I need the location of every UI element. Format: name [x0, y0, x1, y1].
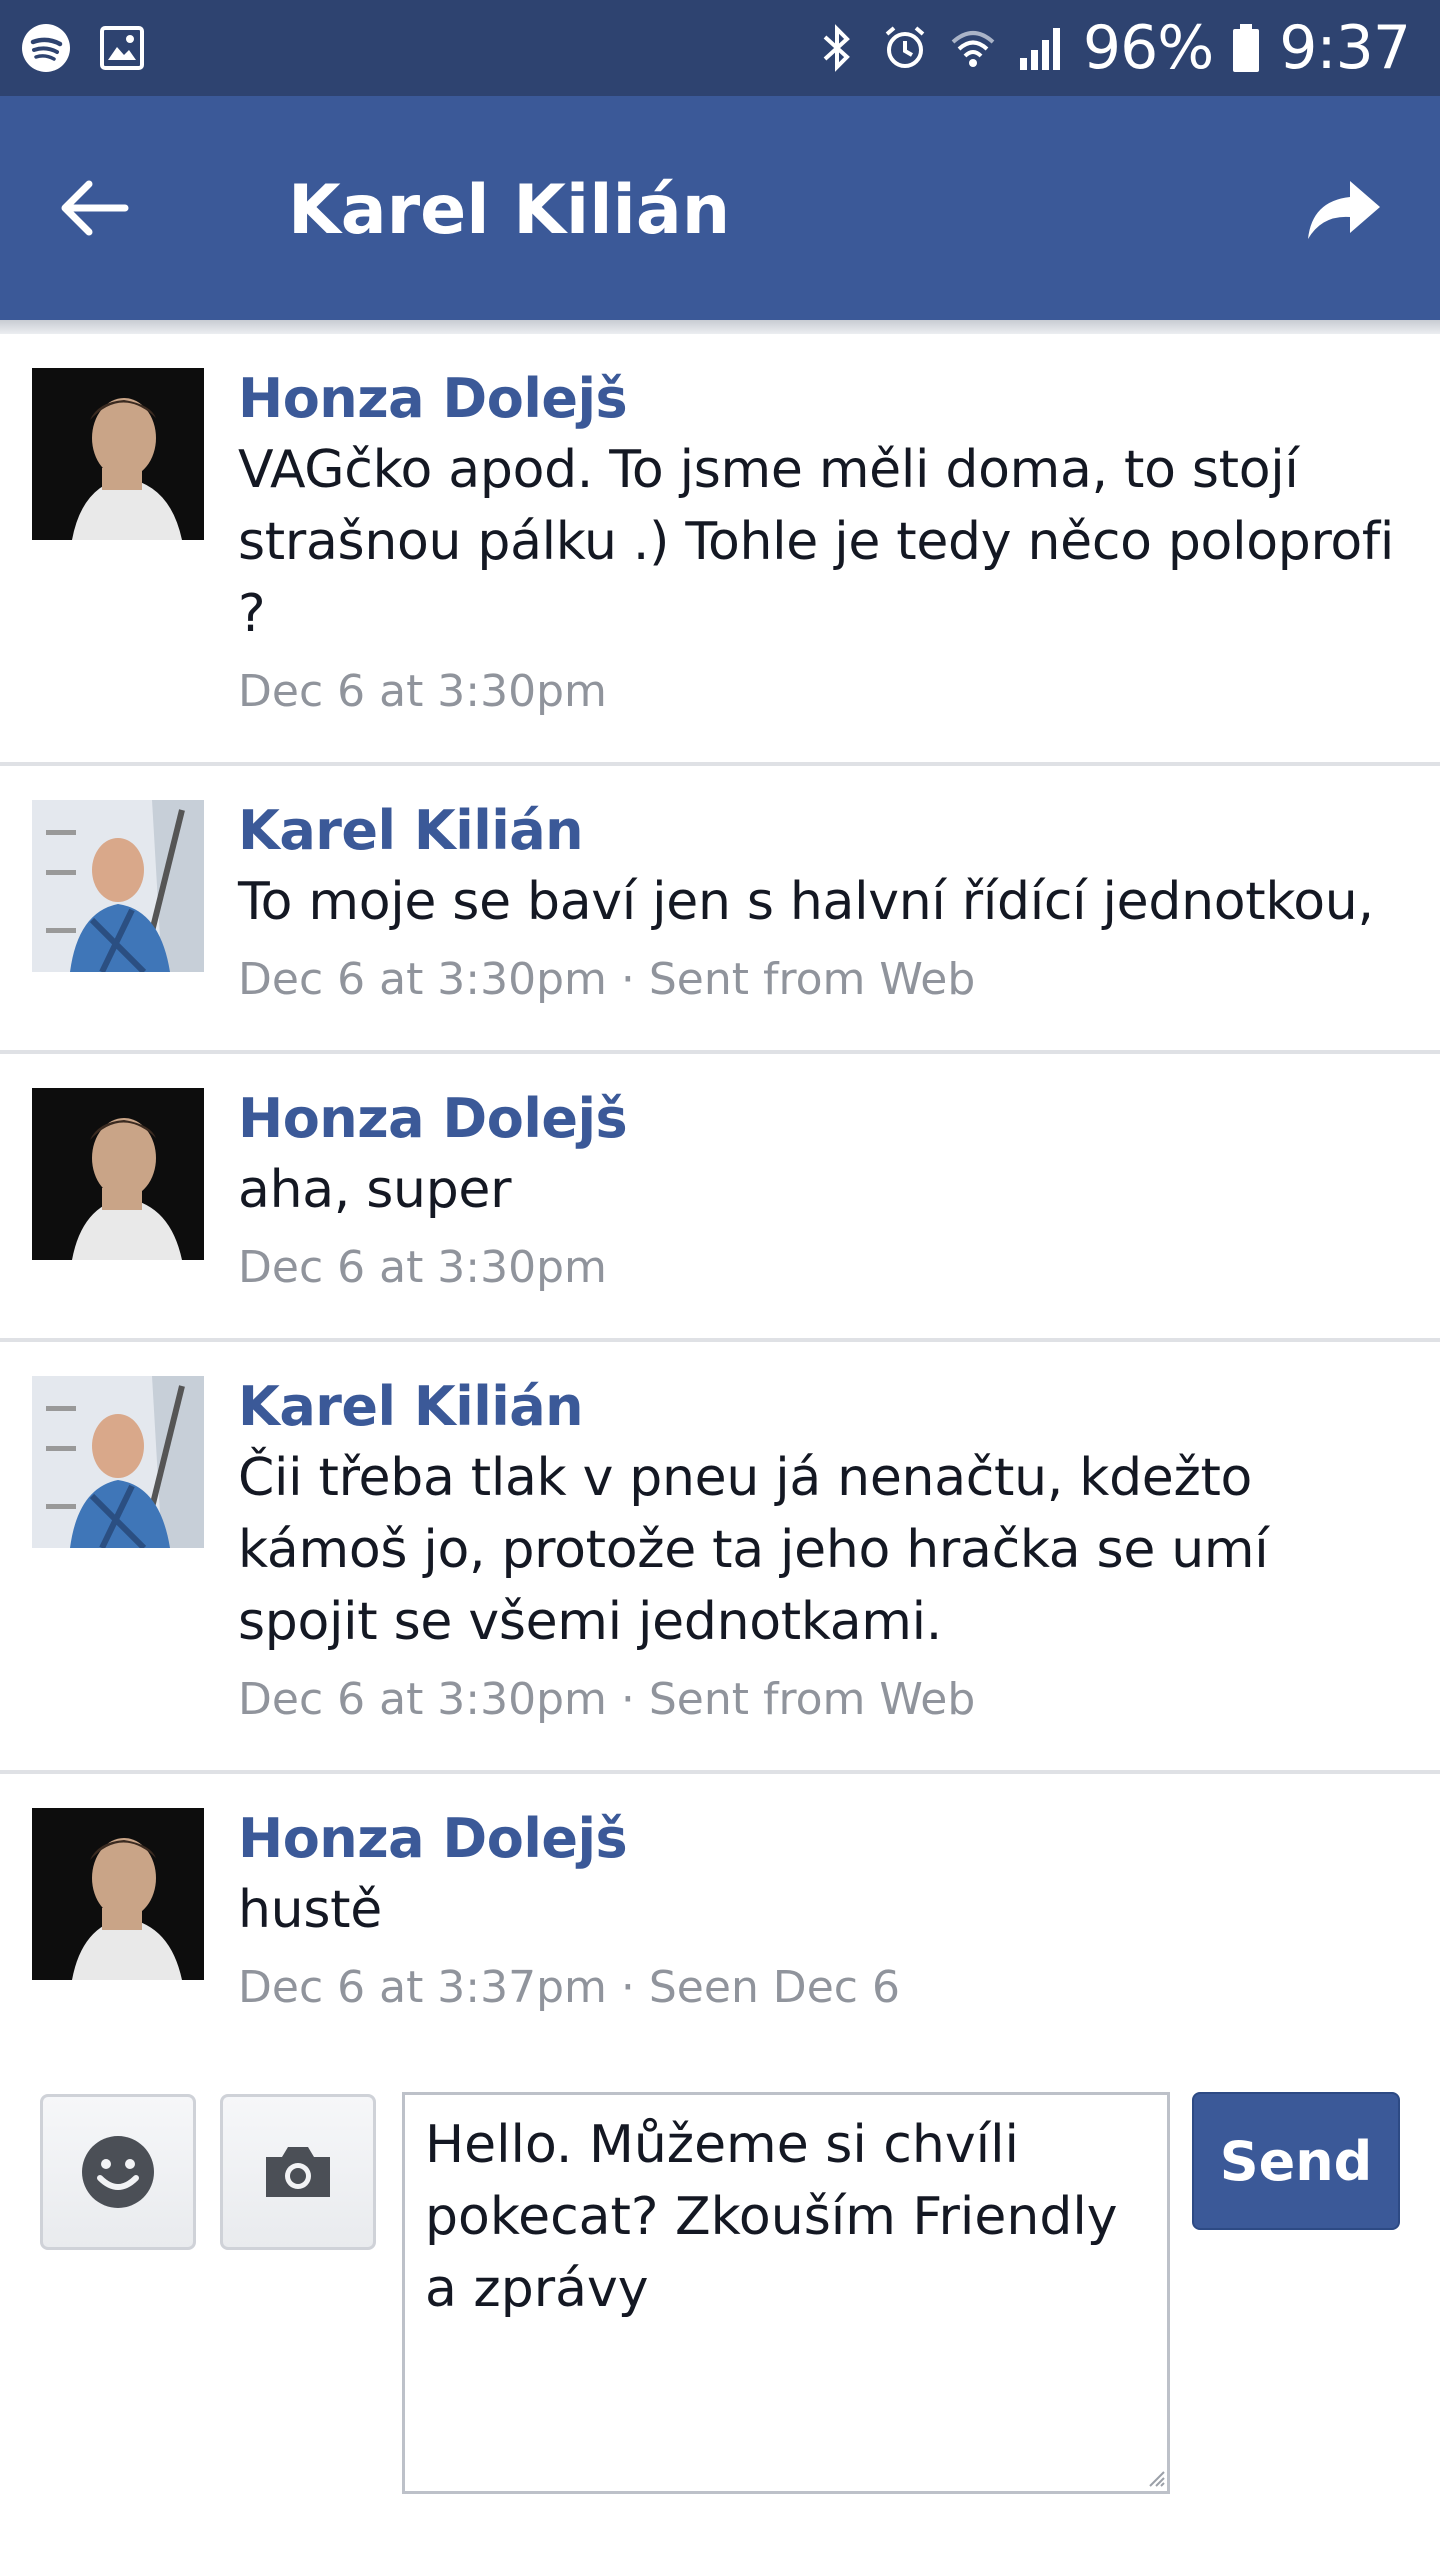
share-arrow-icon: [1308, 181, 1380, 239]
message-list: Honza Dolejš VAGčko apod. To jsme měli d…: [0, 334, 1440, 2064]
signal-icon: [1015, 22, 1067, 74]
battery-percent: 96%: [1082, 13, 1214, 83]
camera-icon: [266, 2147, 330, 2197]
message-timestamp: Dec 6 at 3:30pm: [238, 666, 607, 717]
clock: 9:37: [1279, 13, 1411, 83]
message-timestamp: Dec 6 at 3:37pm · Seen Dec 6: [238, 1962, 900, 2013]
message-sender[interactable]: Karel Kilián: [238, 1372, 1400, 1442]
message-text: VAGčko apod. To jsme měli doma, to stojí…: [238, 440, 1395, 644]
message-item: Karel Kilián Čii třeba tlak v pneu já ne…: [0, 1342, 1440, 1774]
wifi-icon: [947, 22, 999, 74]
message-text: Čii třeba tlak v pneu já nenačtu, kdežto…: [238, 1448, 1269, 1652]
message-text: hustě: [238, 1880, 382, 1940]
page-title: Karel Kilián: [288, 171, 731, 250]
arrow-left-icon: [61, 180, 129, 236]
battery-icon: [1229, 22, 1263, 74]
gallery-icon: [96, 22, 148, 74]
status-bar: 96% 9:37: [0, 0, 1440, 96]
resize-grip-icon[interactable]: [1148, 2470, 1166, 2488]
message-sender[interactable]: Karel Kilián: [238, 796, 1400, 866]
message-timestamp: Dec 6 at 3:30pm: [238, 1242, 607, 1293]
message-timestamp: Dec 6 at 3:30pm · Sent from Web: [238, 1674, 976, 1725]
emoji-button[interactable]: [40, 2094, 196, 2250]
avatar-karel[interactable]: [32, 1376, 204, 1548]
smiley-icon: [82, 2136, 154, 2208]
message-text: To moje se baví jen s halvní řídící jedn…: [238, 872, 1374, 932]
alarm-icon: [879, 22, 931, 74]
message-sender[interactable]: Honza Dolejš: [238, 364, 1400, 434]
avatar-honza[interactable]: [32, 1088, 204, 1260]
avatar-karel[interactable]: [32, 800, 204, 972]
spotify-icon: [20, 22, 72, 74]
status-right-icons: 96% 9:37: [811, 13, 1411, 83]
back-button[interactable]: [52, 166, 136, 250]
share-button[interactable]: [1300, 168, 1388, 252]
camera-button[interactable]: [220, 2094, 376, 2250]
bluetooth-icon: [811, 22, 863, 74]
message-sender[interactable]: Honza Dolejš: [238, 1084, 1400, 1154]
message-input[interactable]: [402, 2092, 1170, 2494]
message-item: Honza Dolejš hustě Dec 6 at 3:37pm · See…: [0, 1774, 1440, 2064]
send-button[interactable]: Send: [1192, 2092, 1400, 2230]
message-timestamp: Dec 6 at 3:30pm · Sent from Web: [238, 954, 976, 1005]
message-text: aha, super: [238, 1160, 512, 1220]
message-item: Karel Kilián To moje se baví jen s halvn…: [0, 766, 1440, 1054]
message-sender[interactable]: Honza Dolejš: [238, 1804, 1400, 1874]
message-item: Honza Dolejš VAGčko apod. To jsme měli d…: [0, 334, 1440, 766]
avatar-honza[interactable]: [32, 368, 204, 540]
message-item: Honza Dolejš aha, super Dec 6 at 3:30pm: [0, 1054, 1440, 1342]
header-shadow: [0, 320, 1440, 334]
status-left-icons: [20, 20, 148, 76]
avatar-honza[interactable]: [32, 1808, 204, 1980]
